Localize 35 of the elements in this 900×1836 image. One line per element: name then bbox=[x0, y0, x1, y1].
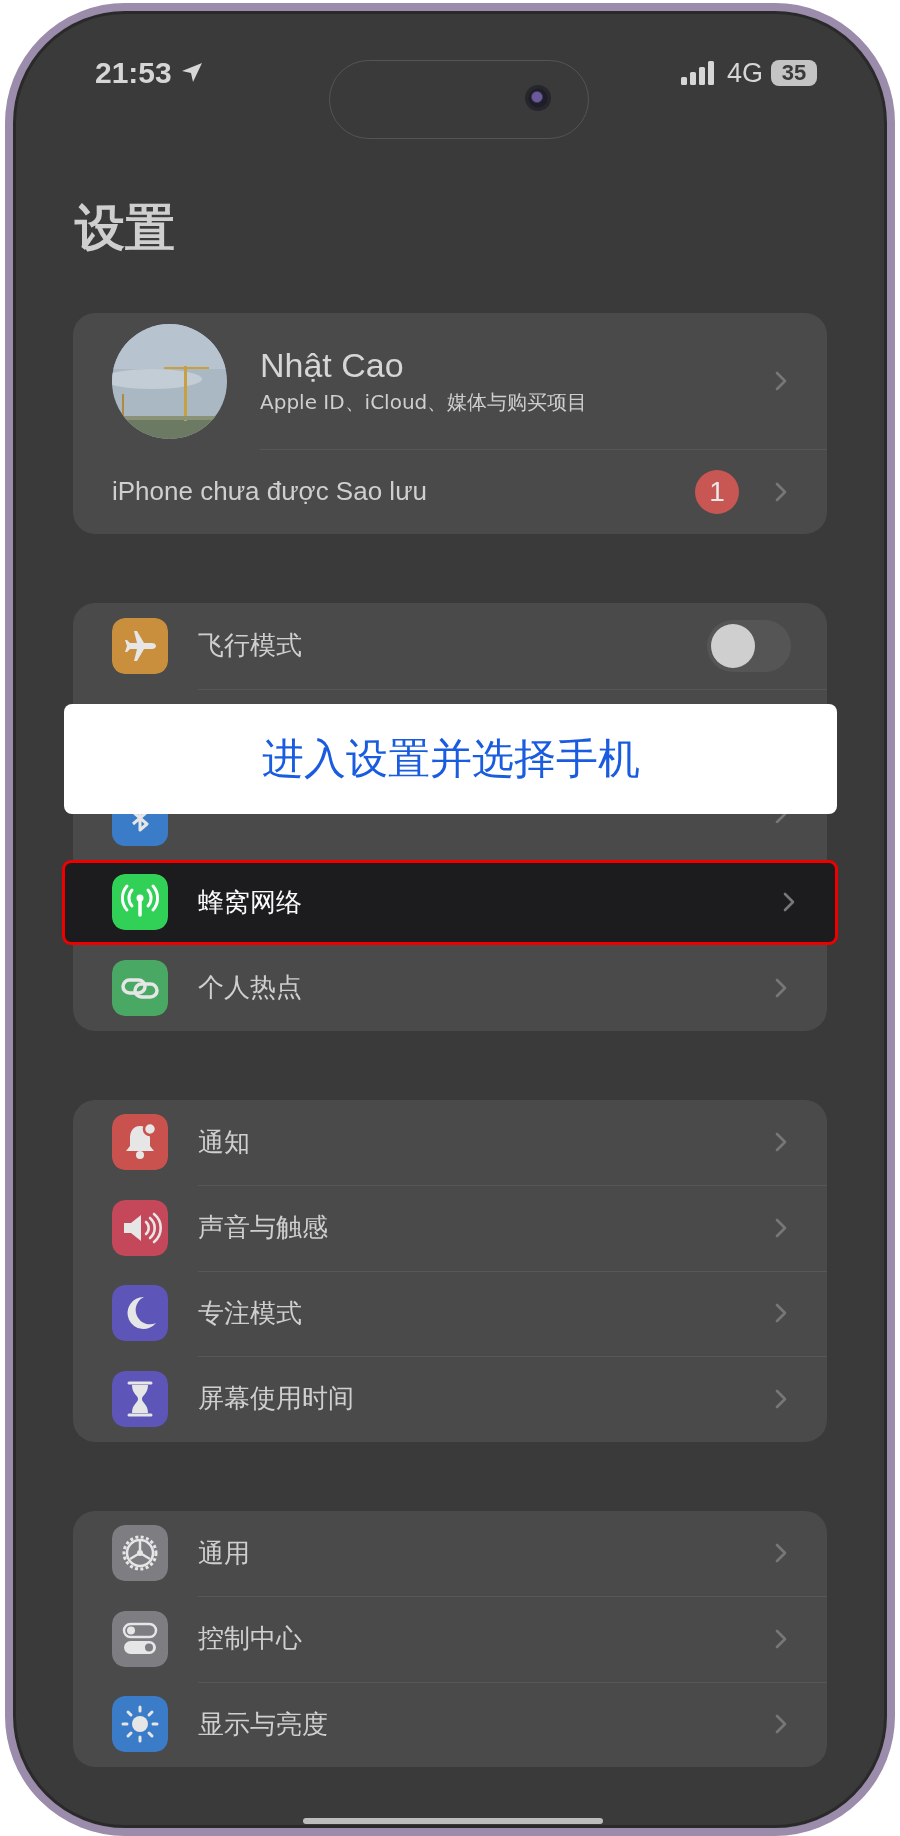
chevron-icon bbox=[775, 371, 787, 391]
camera-lens bbox=[528, 88, 548, 108]
account-subtitle: Apple ID、iCloud、媒体与购买项目 bbox=[260, 389, 589, 416]
signal-icon bbox=[680, 61, 715, 85]
row-label: 通知 bbox=[198, 1125, 251, 1159]
notification-badge: 1 bbox=[695, 469, 739, 514]
chevron-icon bbox=[783, 892, 795, 913]
network-type: 4G bbox=[726, 57, 763, 89]
backup-warning: iPhone chưa được Sao lưu bbox=[112, 476, 428, 507]
chevron-icon bbox=[775, 1628, 787, 1649]
chevron-icon bbox=[775, 1217, 787, 1238]
row-label: 通用 bbox=[198, 1536, 251, 1570]
chevron-icon bbox=[775, 1388, 787, 1409]
chevron-icon bbox=[775, 814, 787, 823]
page-title: 设置 bbox=[75, 198, 176, 259]
chevron-icon bbox=[775, 1303, 787, 1324]
status-time: 21:53 bbox=[95, 56, 172, 90]
row-label: 蜂窝网络 bbox=[198, 885, 303, 919]
row-label: 控制中心 bbox=[198, 1622, 303, 1656]
row-label: 显示与亮度 bbox=[198, 1707, 329, 1741]
row-label: 个人热点 bbox=[198, 971, 303, 1005]
instruction-banner: 进入设置并选择手机 bbox=[64, 704, 837, 814]
chevron-icon bbox=[775, 1543, 787, 1564]
row-label: 声音与触感 bbox=[198, 1211, 329, 1245]
row-label: 专注模式 bbox=[198, 1296, 303, 1330]
chevron-icon bbox=[775, 481, 787, 502]
row-label: 飞行模式 bbox=[198, 629, 303, 663]
chevron-icon bbox=[775, 1714, 787, 1735]
chevron-icon bbox=[775, 1132, 787, 1153]
account-name: Nhật Cao bbox=[260, 346, 405, 385]
profile-card[interactable]: Nhật Cao Apple ID、iCloud、媒体与购买项目 iPhone chưa được Sao lưu 1 bbox=[73, 313, 827, 534]
battery-level: 35 bbox=[771, 60, 817, 86]
row-label: 屏幕使用时间 bbox=[198, 1382, 355, 1416]
chevron-icon bbox=[775, 977, 787, 998]
highlighted-row[interactable]: 蜂窝网络 bbox=[62, 859, 838, 945]
